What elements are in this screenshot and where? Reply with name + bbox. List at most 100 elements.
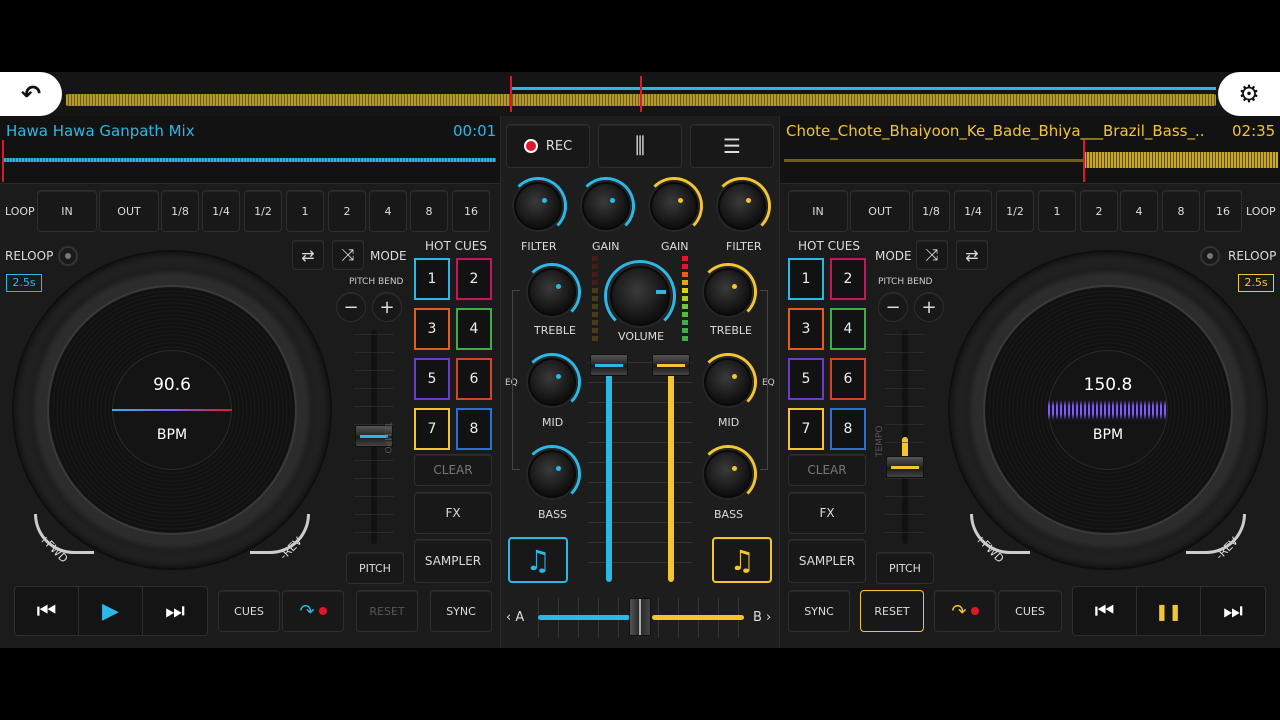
crossfader-handle[interactable]	[629, 598, 651, 636]
deck-b-loop-1-2-button[interactable]: 1/2	[996, 190, 1034, 232]
deck-b-hot-cue-2[interactable]: 2	[830, 258, 866, 300]
deck-a-reloop-toggle[interactable]	[58, 246, 78, 266]
deck-a-pitch-button[interactable]: PITCH	[346, 552, 404, 584]
deck-b-pitch-bend-plus[interactable]: +	[914, 292, 944, 322]
deck-a-loop-1-button[interactable]: 1	[286, 190, 324, 232]
deck-a-shuffle-button[interactable]: ⤨	[332, 240, 364, 270]
mid-b-knob[interactable]	[704, 358, 752, 406]
deck-b-fx-button[interactable]: FX	[788, 492, 866, 534]
deck-a-hot-cue-8[interactable]: 8	[456, 408, 492, 450]
deck-b-cues-button[interactable]: CUES	[998, 590, 1062, 632]
deck-b-prev-button[interactable]: ⏮	[1073, 587, 1137, 635]
deck-a-reloop-time[interactable]: 2.5s	[6, 274, 42, 292]
deck-b-sync-button[interactable]: SYNC	[788, 590, 850, 632]
deck-a-next-button[interactable]: ⏭	[143, 587, 207, 635]
channel-b-fader[interactable]	[652, 354, 690, 376]
deck-a-hot-cue-5[interactable]: 5	[414, 358, 450, 400]
deck-a-loop-8-button[interactable]: 8	[410, 190, 448, 232]
vu-meter-a-segment	[592, 272, 598, 277]
deck-b-hot-cue-4[interactable]: 4	[830, 308, 866, 350]
back-icon[interactable]: ↶	[0, 72, 62, 116]
mixer-eq-button[interactable]: ⫼	[598, 124, 682, 168]
deck-a-loop-1-4-button[interactable]: 1/4	[202, 190, 240, 232]
deck-b-pitch-slider[interactable]	[886, 456, 924, 478]
deck-b-loop-1-4-button[interactable]: 1/4	[954, 190, 992, 232]
deck-b-loop-in-button[interactable]: IN	[788, 190, 848, 232]
deck-a-loop-mode-button[interactable]: ⇄	[292, 240, 324, 270]
treble-a-knob[interactable]	[528, 268, 576, 316]
deck-b-loop-out-button[interactable]: OUT	[850, 190, 910, 232]
menu-button[interactable]: ☰	[690, 124, 774, 168]
deck-a-hot-cue-2[interactable]: 2	[456, 258, 492, 300]
deck-b-waveform-played[interactable]	[784, 159, 1084, 162]
deck-a-sampler-button[interactable]: SAMPLER	[414, 539, 492, 583]
deck-b-hot-cue-6[interactable]: 6	[830, 358, 866, 400]
deck-a-cues-button[interactable]: CUES	[218, 590, 280, 632]
deck-b-loop-1-8-button[interactable]: 1/8	[912, 190, 950, 232]
deck-b-shuffle-button[interactable]: ⤨	[916, 240, 948, 270]
deck-a-loop-in-button[interactable]: IN	[37, 190, 97, 232]
deck-a-hot-cue-1[interactable]: 1	[414, 258, 450, 300]
channel-a-fader[interactable]	[590, 354, 628, 376]
gain-a-knob[interactable]	[582, 182, 630, 230]
deck-b-music-library-button[interactable]: ♫	[712, 537, 772, 583]
deck-a-loop-1-2-button[interactable]: 1/2	[244, 190, 282, 232]
filter-b-knob[interactable]	[718, 182, 766, 230]
deck-a-hot-cue-6[interactable]: 6	[456, 358, 492, 400]
deck-a-loop-16-button[interactable]: 16	[452, 190, 490, 232]
deck-b-cue-rec-button[interactable]: ↷	[934, 590, 996, 632]
deck-a-loop-out-button[interactable]: OUT	[99, 190, 159, 232]
deck-b-loop-4-button[interactable]: 4	[1120, 190, 1158, 232]
deck-b-waveform[interactable]	[1084, 152, 1278, 168]
deck-a-cue-rec-button[interactable]: ↷	[282, 590, 344, 632]
deck-a-music-library-button[interactable]: ♫	[508, 537, 568, 583]
deck-b-loop-16-button[interactable]: 16	[1204, 190, 1242, 232]
deck-b-clear-button[interactable]: CLEAR	[788, 454, 866, 486]
deck-b-reloop-toggle[interactable]	[1200, 246, 1220, 266]
deck-b-loop-8-button[interactable]: 8	[1162, 190, 1200, 232]
deck-b-loop-mode-button[interactable]: ⇄	[956, 240, 988, 270]
deck-b-loop-1-button[interactable]: 1	[1038, 190, 1076, 232]
deck-b-hot-cue-8[interactable]: 8	[830, 408, 866, 450]
deck-a-waveform[interactable]	[4, 158, 496, 162]
deck-a-hot-cue-4[interactable]: 4	[456, 308, 492, 350]
deck-a-hot-cue-7[interactable]: 7	[414, 408, 450, 450]
deck-b-hot-cue-1[interactable]: 1	[788, 258, 824, 300]
deck-b-reloop-time[interactable]: 2.5s	[1238, 274, 1274, 292]
deck-a-sync-button[interactable]: SYNC	[430, 590, 492, 632]
deck-a-hot-cue-3[interactable]: 3	[414, 308, 450, 350]
crossfader-track-b[interactable]	[652, 615, 744, 620]
bass-a-knob-indicator	[556, 466, 561, 471]
deck-a-pitch-bend-minus[interactable]: −	[336, 292, 366, 322]
bass-b-knob[interactable]	[704, 450, 752, 498]
mid-a-knob[interactable]	[528, 358, 576, 406]
filter-a-knob[interactable]	[514, 182, 562, 230]
bass-a-knob[interactable]	[528, 450, 576, 498]
deck-a-loop-4-button[interactable]: 4	[369, 190, 407, 232]
deck-a-loop-2-button[interactable]: 2	[328, 190, 366, 232]
deck-a-prev-button[interactable]: ⏮	[15, 587, 79, 635]
deck-b-hot-cue-5[interactable]: 5	[788, 358, 824, 400]
crossfader-track-a[interactable]	[538, 615, 630, 620]
master-volume-knob[interactable]	[610, 266, 670, 326]
deck-b-hot-cue-3[interactable]: 3	[788, 308, 824, 350]
deck-b-loop-2-button[interactable]: 2	[1080, 190, 1118, 232]
deck-b-hot-cue-7[interactable]: 7	[788, 408, 824, 450]
deck-a-reset-button[interactable]: RESET	[356, 590, 418, 632]
deck-a-fx-button[interactable]: FX	[414, 492, 492, 534]
deck-a-loop-1-8-button[interactable]: 1/8	[161, 190, 199, 232]
rec-button[interactable]: REC	[506, 124, 590, 168]
deck-b-next-button[interactable]: ⏭	[1201, 587, 1265, 635]
vu-meter-b-segment	[682, 256, 688, 261]
deck-a-play-button[interactable]: ▶	[79, 587, 143, 635]
deck-a-pitch-bend-plus[interactable]: +	[372, 292, 402, 322]
deck-b-sampler-button[interactable]: SAMPLER	[788, 539, 866, 583]
deck-a-clear-button[interactable]: CLEAR	[414, 454, 492, 486]
deck-b-pitch-button[interactable]: PITCH	[876, 552, 934, 584]
gear-icon[interactable]: ⚙	[1218, 72, 1280, 116]
treble-b-knob[interactable]	[704, 268, 752, 316]
deck-b-pitch-bend-minus[interactable]: −	[878, 292, 908, 322]
gain-b-knob[interactable]	[650, 182, 698, 230]
deck-b-reset-button[interactable]: RESET	[860, 590, 924, 632]
deck-b-pause-button[interactable]: ❚❚	[1137, 587, 1201, 635]
